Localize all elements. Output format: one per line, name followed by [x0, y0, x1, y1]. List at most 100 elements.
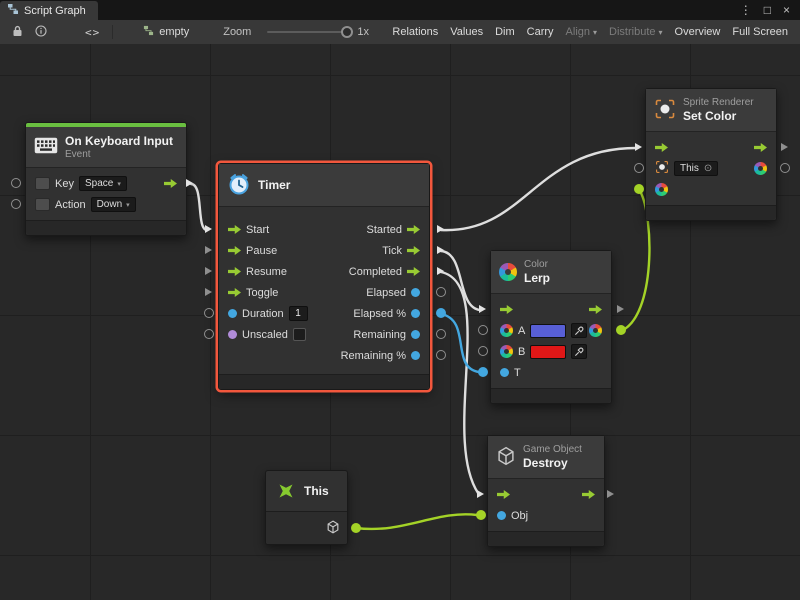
- wire-this-to-destroy-obj[interactable]: [356, 514, 477, 529]
- ext-port-timer-elapsed[interactable]: [436, 287, 446, 297]
- flow-output-port[interactable]: [589, 305, 602, 314]
- node-set-color[interactable]: Sprite Renderer Set Color This⊙: [645, 88, 777, 221]
- relations-button[interactable]: Relations: [386, 24, 444, 40]
- ext-port-lerp-b[interactable]: [478, 346, 488, 356]
- ext-port-timer-toggle[interactable]: [205, 288, 212, 296]
- ext-port-setcolor-flow-in[interactable]: [635, 143, 642, 151]
- ext-port-action-input[interactable]: [11, 199, 21, 209]
- tab-script-graph[interactable]: Script Graph: [0, 1, 98, 20]
- node-timer[interactable]: Timer Start Started Pause Tick Resume Co…: [218, 163, 430, 390]
- ext-port-timer-pause[interactable]: [205, 246, 212, 254]
- node-on-keyboard-input[interactable]: On Keyboard Input Event Key Space▾: [25, 122, 187, 236]
- action-port-label: Action: [55, 199, 86, 211]
- kebab-menu-icon[interactable]: ⋮: [740, 3, 752, 17]
- fullscreen-button[interactable]: Full Screen: [726, 24, 794, 40]
- action-dropdown[interactable]: Down▾: [91, 197, 136, 212]
- color-b-swatch[interactable]: [530, 345, 566, 359]
- ext-port-lerp-t[interactable]: [478, 367, 488, 377]
- flow-input-port[interactable]: [228, 246, 241, 255]
- data-output-port[interactable]: [411, 351, 420, 360]
- flow-output-port[interactable]: [407, 225, 420, 234]
- ext-port-lerp-flow-out[interactable]: [617, 305, 624, 313]
- data-output-port[interactable]: [411, 309, 420, 318]
- ext-port-keyboard-flow-out[interactable]: [186, 179, 193, 187]
- flow-input-port[interactable]: [228, 288, 241, 297]
- bool-input-port[interactable]: [228, 330, 237, 339]
- carry-button[interactable]: Carry: [521, 24, 560, 40]
- zoom-slider[interactable]: [267, 31, 349, 33]
- data-output-port[interactable]: [411, 288, 420, 297]
- data-input-port[interactable]: [228, 309, 237, 318]
- graph-breadcrumb[interactable]: empty: [137, 23, 195, 41]
- ext-port-timer-remaining-pct[interactable]: [436, 350, 446, 360]
- color-output-port[interactable]: [754, 162, 767, 175]
- ext-port-timer-tick[interactable]: [437, 246, 444, 254]
- wire-keyboard-to-timer-start[interactable]: [191, 184, 207, 230]
- values-button[interactable]: Values: [444, 24, 489, 40]
- wire-elapsedpct-to-lerp-t[interactable]: [441, 314, 479, 372]
- ext-port-this-out[interactable]: [351, 523, 361, 533]
- ext-port-setcolor-out[interactable]: [780, 163, 790, 173]
- flow-output-port[interactable]: [164, 179, 177, 188]
- wire-tick-to-lerp-flow[interactable]: [441, 251, 480, 310]
- graph-canvas[interactable]: On Keyboard Input Event Key Space▾: [0, 44, 800, 600]
- gameobject-output-port[interactable]: [326, 520, 340, 537]
- ext-port-timer-start[interactable]: [205, 225, 212, 233]
- unscaled-checkbox[interactable]: [293, 328, 306, 341]
- ext-port-timer-completed[interactable]: [437, 267, 444, 275]
- data-input-port[interactable]: [500, 368, 509, 377]
- distribute-button[interactable]: Distribute▾: [603, 24, 668, 40]
- node-this[interactable]: This: [265, 470, 348, 545]
- node-footer: [266, 511, 347, 544]
- ext-port-key-input[interactable]: [11, 178, 21, 188]
- ext-port-setcolor-this[interactable]: [634, 163, 644, 173]
- node-destroy[interactable]: Game Object Destroy Obj: [487, 435, 605, 547]
- flow-input-port[interactable]: [228, 225, 241, 234]
- flow-input-port[interactable]: [655, 143, 668, 152]
- ext-port-destroy-flow-out[interactable]: [607, 490, 614, 498]
- info-button[interactable]: [29, 23, 53, 42]
- flow-input-port[interactable]: [500, 305, 513, 314]
- flow-output-port[interactable]: [407, 267, 420, 276]
- ext-port-timer-elapsed-pct[interactable]: [436, 308, 446, 318]
- ext-port-timer-unscaled[interactable]: [204, 329, 214, 339]
- flow-input-port[interactable]: [228, 267, 241, 276]
- ext-port-lerp-result[interactable]: [616, 325, 626, 335]
- ext-port-timer-resume[interactable]: [205, 267, 212, 275]
- color-input-port[interactable]: [500, 324, 513, 337]
- flow-input-port[interactable]: [497, 490, 510, 499]
- dim-button[interactable]: Dim: [489, 24, 521, 40]
- maximize-icon[interactable]: □: [764, 3, 771, 17]
- zoom-slider-handle[interactable]: [341, 26, 353, 38]
- key-dropdown[interactable]: Space▾: [79, 176, 127, 191]
- color-a-swatch[interactable]: [530, 324, 566, 338]
- color-output-port[interactable]: [589, 324, 602, 337]
- ext-port-timer-remaining[interactable]: [436, 329, 446, 339]
- color-input-port[interactable]: [655, 183, 668, 196]
- eyedropper-icon[interactable]: [571, 344, 587, 359]
- target-object-field[interactable]: This⊙: [674, 161, 718, 176]
- flow-output-port[interactable]: [407, 246, 420, 255]
- ext-port-setcolor-color[interactable]: [634, 184, 644, 194]
- close-icon[interactable]: ×: [783, 3, 790, 17]
- ext-port-timer-duration[interactable]: [204, 308, 214, 318]
- node-color-lerp[interactable]: Color Lerp A: [490, 250, 612, 404]
- ext-port-timer-started[interactable]: [437, 225, 444, 233]
- ext-port-lerp-a[interactable]: [478, 325, 488, 335]
- flow-output-port[interactable]: [754, 143, 767, 152]
- flow-output-port[interactable]: [582, 490, 595, 499]
- ext-port-lerp-flow-in[interactable]: [479, 305, 486, 313]
- lock-button[interactable]: [6, 23, 29, 42]
- data-input-port[interactable]: [497, 511, 506, 520]
- duration-value-field[interactable]: 1: [289, 306, 308, 321]
- ports-collapse-button[interactable]: <>: [79, 24, 106, 41]
- ext-port-destroy-flow-in[interactable]: [477, 490, 484, 498]
- overview-button[interactable]: Overview: [669, 24, 727, 40]
- align-button[interactable]: Align▾: [560, 24, 603, 40]
- eyedropper-icon[interactable]: [571, 323, 587, 338]
- ext-port-destroy-obj[interactable]: [476, 510, 486, 520]
- ext-port-setcolor-flow-out[interactable]: [781, 143, 788, 151]
- wire-started-to-setcolor-flow[interactable]: [441, 148, 636, 230]
- data-output-port[interactable]: [411, 330, 420, 339]
- color-input-port[interactable]: [500, 345, 513, 358]
